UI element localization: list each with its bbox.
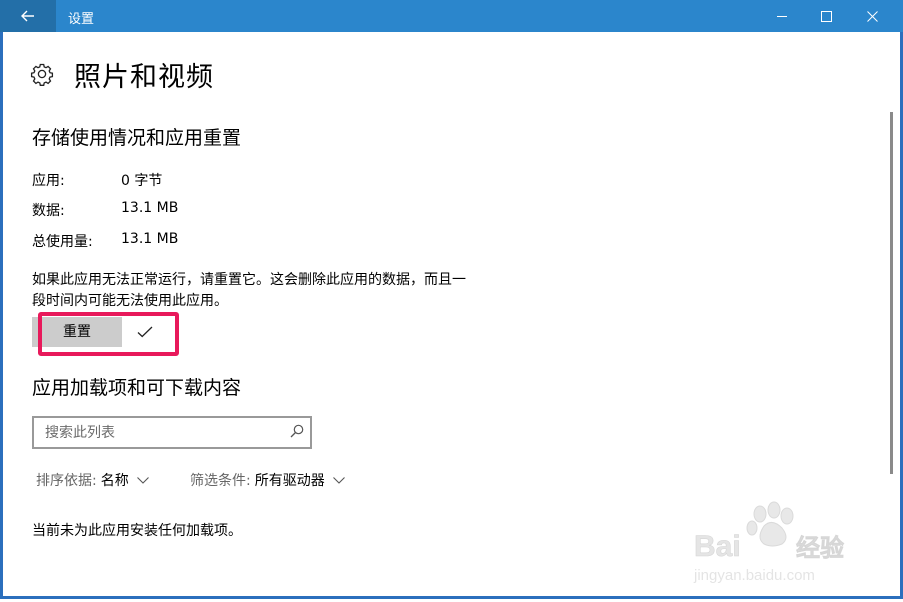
maximize-icon [820,10,832,22]
maximize-button[interactable] [803,0,849,32]
chevron-down-icon [332,476,345,484]
app-size-value: 0 字节 [121,173,163,189]
search-input[interactable] [43,422,287,444]
reset-description: 如果此应用无法正常运行，请重置它。这会删除此应用的数据，而且一段时间内可能无法使… [32,272,466,309]
storage-heading: 存储使用情况和应用重置 [32,127,242,149]
data-size-label: 数据: [32,203,65,219]
filter-value: 所有驱动器 [254,473,325,489]
title-bar: 设置 [0,0,903,32]
total-usage-value: 13.1 MB [121,231,179,247]
search-icon[interactable] [290,424,304,438]
filter-dropdown[interactable]: 筛选条件: 所有驱动器 [190,470,345,490]
page-title: 照片和视频 [74,62,214,93]
window-title: 设置 [68,12,95,27]
svg-text:经验: 经验 [796,534,844,562]
app-size-label: 应用: [32,173,65,189]
minimize-icon [777,16,787,17]
search-box [32,416,312,449]
back-button[interactable] [0,0,56,32]
sort-value: 名称 [100,473,129,489]
svg-text:Bai: Bai [694,530,741,563]
sort-dropdown[interactable]: 排序依据: 名称 [36,470,149,490]
svg-text:jingyan.baidu.com: jingyan.baidu.com [693,567,815,584]
scrollbar[interactable] [890,112,893,474]
close-icon [866,10,878,22]
total-usage-label: 总使用量: [32,234,93,250]
data-size-value: 13.1 MB [121,200,179,216]
addons-heading: 应用加载项和可下载内容 [32,377,242,399]
minimize-button[interactable] [759,0,805,32]
empty-addons-message: 当前未为此应用安装任何加载项。 [32,523,242,539]
filter-label: 筛选条件: [190,473,251,489]
highlight-box [38,312,179,356]
back-arrow-icon [21,10,34,22]
baidu-jingyan-watermark: Bai 经验 jingyan.baidu.com [693,501,844,584]
gear-icon [30,63,54,86]
chevron-down-icon [136,476,149,484]
sort-label: 排序依据: [36,473,97,489]
close-button[interactable] [849,0,895,32]
